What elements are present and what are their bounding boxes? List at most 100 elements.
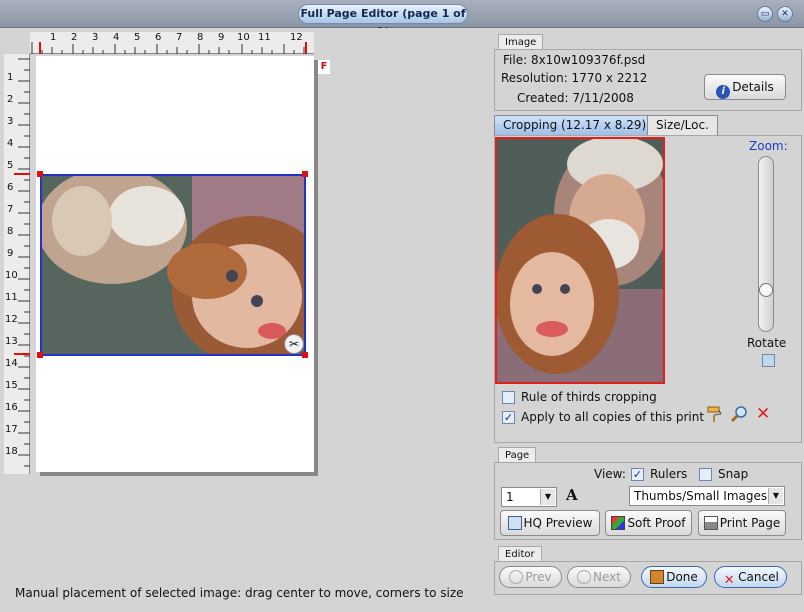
chevron-down-icon: ▼ [768, 488, 783, 504]
restore-window-button[interactable]: ▭ [757, 6, 773, 22]
snap-label: Snap [718, 467, 749, 481]
ruler-tick-label: 6 [7, 182, 14, 193]
ruler-tick-label: 5 [7, 160, 14, 171]
rule-of-thirds-label: Rule of thirds cropping [521, 390, 657, 404]
ruler-tick-label: 10 [5, 270, 18, 281]
ruler-tick-label: 12 [5, 314, 18, 325]
hq-preview-label: HQ Preview [523, 516, 593, 530]
image-group-tab: Image [498, 34, 544, 50]
zoom-slider[interactable] [758, 156, 774, 332]
prev-label: Prev [525, 570, 552, 584]
editor-group-tab: Editor [498, 546, 542, 562]
paint-roller-icon[interactable] [706, 405, 722, 423]
tab-cropping[interactable]: Cropping (12.17 x 8.29) [494, 115, 656, 135]
door-icon [650, 570, 665, 584]
done-label: Done [666, 570, 698, 584]
crop-preview-picture [497, 139, 663, 382]
rulers-label: Rulers [650, 467, 688, 481]
resolution: Resolution: 1770 x 2212 [501, 71, 648, 85]
done-button[interactable]: Done [641, 566, 707, 588]
ruler-tick-label: 4 [7, 138, 14, 149]
rotate-button[interactable] [762, 354, 775, 367]
ruler-tick-label: 1 [50, 32, 57, 43]
resize-handle-top-left[interactable] [37, 171, 43, 177]
crop-preview[interactable] [495, 137, 665, 384]
prev-icon [509, 570, 524, 584]
ruler-tick-label: 16 [5, 402, 18, 413]
ruler-tick-label: 9 [7, 248, 14, 259]
ruler-tick-label: 17 [5, 424, 18, 435]
print-page-label: Print Page [719, 516, 781, 530]
ruler-tick-label: 5 [134, 32, 141, 43]
soft-proof-button[interactable]: Soft Proof [605, 510, 692, 536]
prev-button[interactable]: Prev [499, 566, 562, 588]
next-button[interactable]: Next [567, 566, 631, 588]
ruler-tick-label: 6 [155, 32, 162, 43]
ruler-tick-label: 1 [7, 72, 14, 83]
ruler-tick-label: 13 [5, 336, 18, 347]
cancel-button[interactable]: ✕ Cancel [714, 566, 787, 588]
window-title: Full Page Editor (page 1 of 1) [298, 4, 468, 38]
next-label: Next [593, 570, 621, 584]
scissors-icon: ✂ [288, 337, 300, 351]
ruler-tick-label: 12 [290, 32, 303, 43]
flip-marker[interactable]: F [318, 60, 330, 74]
preview-icon [507, 516, 522, 530]
view-label: View: [594, 467, 626, 481]
placed-image[interactable] [40, 174, 306, 356]
chevron-down-icon: ▼ [540, 489, 555, 505]
next-icon [577, 570, 592, 584]
soft-proof-icon [611, 516, 626, 530]
rule-of-thirds-checkbox[interactable] [502, 391, 515, 404]
snap-checkbox[interactable] [699, 468, 712, 481]
ruler-tick-label: 10 [237, 32, 250, 43]
zoom-slider-thumb[interactable] [759, 283, 773, 297]
close-icon: ✕ [781, 9, 789, 19]
ruler-tick-label: 8 [197, 32, 204, 43]
ruler-tick-label: 2 [7, 94, 14, 105]
close-window-button[interactable]: ✕ [777, 6, 793, 22]
font-icon[interactable]: A [566, 486, 578, 504]
apply-all-checkbox[interactable] [502, 411, 515, 424]
ruler-tick-label: 3 [92, 32, 99, 43]
thumbs-select-value: Thumbs/Small Images [634, 489, 768, 503]
apply-all-label: Apply to all copies of this print [521, 410, 705, 424]
details-button[interactable]: i Details [704, 74, 786, 100]
scissors-button[interactable]: ✂ [284, 334, 304, 354]
info-icon: i [716, 85, 731, 99]
resize-handle-bottom-left[interactable] [37, 352, 43, 358]
cancel-icon: ✕ [723, 573, 735, 588]
rulers-checkbox[interactable] [631, 468, 644, 481]
details-button-label: Details [732, 80, 774, 94]
page-number-select[interactable]: 1 ▼ [501, 487, 557, 507]
status-text: Manual placement of selected image: drag… [15, 586, 464, 600]
resize-handle-bottom-right[interactable] [302, 352, 308, 358]
ruler-tick-label: 8 [7, 226, 14, 237]
page-group-tab: Page [498, 447, 537, 463]
ruler-tick-label: 11 [258, 32, 271, 43]
ruler-tick-label: 7 [176, 32, 183, 43]
placed-photo-picture [42, 176, 304, 354]
soft-proof-label: Soft Proof [627, 516, 686, 530]
vertical-ruler: 1 2 3 4 5 6 7 8 9 10 11 12 13 14 15 16 1… [4, 54, 30, 474]
rotate-label: Rotate [747, 336, 787, 350]
tab-size-location[interactable]: Size/Loc. [647, 115, 718, 135]
cancel-label: Cancel [738, 570, 779, 584]
ruler-tick-label: 7 [7, 204, 14, 215]
delete-icon[interactable]: ✕ [756, 404, 770, 424]
ruler-tick-label: 9 [218, 32, 225, 43]
horizontal-ruler: 1 2 3 4 5 6 7 8 9 10 11 12 [30, 32, 314, 54]
created-date: Created: 7/11/2008 [517, 91, 634, 105]
resize-handle-top-right[interactable] [302, 171, 308, 177]
thumbs-select[interactable]: Thumbs/Small Images ▼ [629, 486, 785, 506]
page-number-value: 1 [506, 490, 514, 504]
ruler-tick-label: 11 [5, 292, 18, 303]
hq-preview-button[interactable]: HQ Preview [500, 510, 600, 536]
ruler-tick-label: 4 [113, 32, 120, 43]
ruler-tick-label: 3 [7, 116, 14, 127]
ruler-tick-label: 15 [5, 380, 18, 391]
print-page-button[interactable]: Print Page [698, 510, 786, 536]
zoom-label: Zoom: [749, 139, 788, 153]
ruler-tick-label: 18 [5, 446, 18, 457]
magnifier-icon[interactable] [730, 405, 748, 423]
